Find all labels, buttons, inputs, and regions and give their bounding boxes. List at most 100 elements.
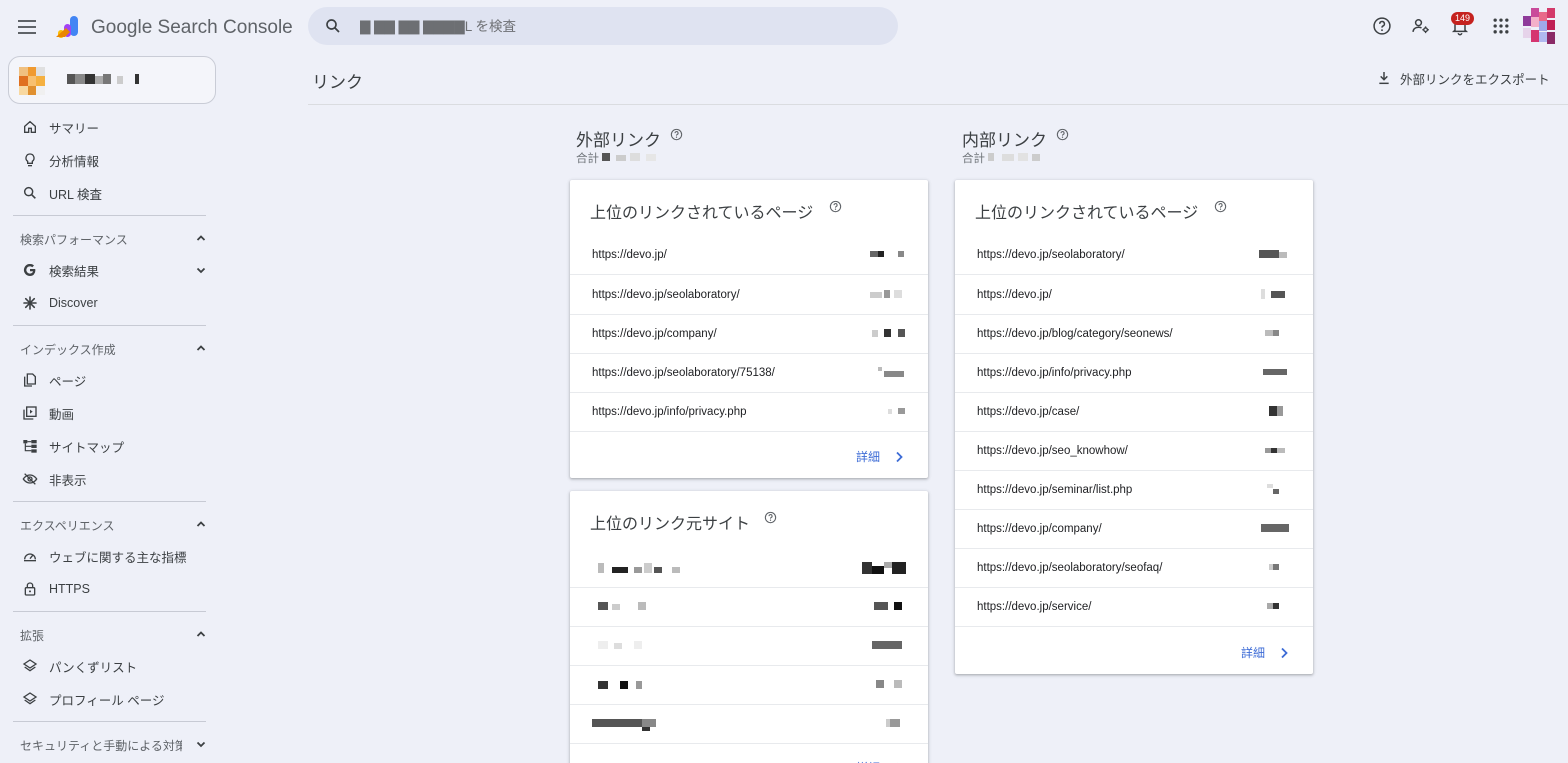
notification-badge: 149 — [1451, 12, 1475, 25]
table-row[interactable] — [570, 549, 928, 588]
manage-users-icon[interactable] — [1411, 16, 1431, 36]
nav-profile-page[interactable]: プロフィール ページ — [0, 684, 214, 714]
page-url: https://devo.jp/company/ — [977, 523, 1102, 535]
search-icon[interactable] — [324, 17, 342, 35]
help-icon[interactable] — [829, 200, 842, 213]
main-menu-icon[interactable] — [18, 16, 40, 38]
link-count-redacted — [1261, 524, 1289, 532]
table-row[interactable]: https://devo.jp/seolaboratory/ — [570, 276, 928, 315]
table-row[interactable]: https://devo.jp/seolaboratory/seofaq/ — [955, 549, 1313, 588]
table-row[interactable] — [570, 705, 928, 744]
nav-insights[interactable]: 分析情報 — [0, 145, 214, 175]
nav-summary[interactable]: サマリー — [0, 112, 214, 142]
chevron-right-icon — [896, 451, 903, 462]
apps-grid-icon[interactable] — [1491, 16, 1511, 36]
chevron-up-icon[interactable] — [196, 343, 206, 353]
external-links-title: 外部リンク — [576, 131, 661, 150]
details-link[interactable]: 詳細 — [856, 448, 904, 465]
card-title: 上位のリンクされているページ — [975, 205, 1199, 222]
section-indexing[interactable]: インデックス作成 — [20, 341, 116, 358]
details-link[interactable]: 詳細 — [1241, 644, 1289, 661]
page-url: https://devo.jp/service/ — [977, 601, 1092, 613]
section-search-performance[interactable]: 検索パフォーマンス — [20, 231, 128, 248]
link-count-redacted — [1259, 250, 1287, 258]
property-name-redacted — [67, 74, 139, 84]
table-row[interactable]: https://devo.jp/seolaboratory/75138/ — [570, 354, 928, 393]
sidebar-divider — [13, 611, 206, 612]
table-row[interactable] — [570, 588, 928, 627]
asterisk-icon — [23, 296, 37, 310]
details-label: 詳細 — [855, 450, 880, 464]
section-security[interactable]: セキュリティと手動による対策 — [20, 737, 182, 754]
link-count-redacted — [1261, 289, 1285, 299]
table-row[interactable] — [570, 666, 928, 705]
property-selector[interactable] — [8, 56, 216, 104]
url-inspection-search[interactable] — [308, 7, 898, 45]
details-label: 詳細 — [856, 759, 880, 763]
main-divider — [308, 104, 1568, 105]
section-enhancements[interactable]: 拡張 — [20, 627, 44, 644]
chevron-up-icon[interactable] — [196, 519, 206, 529]
nav-search-results[interactable]: 検索結果 — [0, 255, 214, 285]
table-row[interactable]: https://devo.jp/company/ — [570, 315, 928, 354]
details-link[interactable]: 詳細 — [856, 759, 904, 763]
help-icon[interactable] — [764, 511, 777, 524]
table-row[interactable]: https://devo.jp/case/ — [955, 393, 1313, 432]
sidebar-divider — [13, 325, 206, 326]
nav-core-web-vitals[interactable]: ウェブに関する主な指標 — [0, 541, 214, 571]
table-row[interactable]: https://devo.jp/ — [955, 276, 1313, 315]
site-redacted — [592, 719, 656, 731]
nav-label: パンくずリスト — [49, 660, 138, 675]
help-icon[interactable] — [1372, 16, 1392, 36]
chevron-up-icon[interactable] — [196, 233, 206, 243]
sitemap-icon — [23, 440, 37, 453]
search-input[interactable] — [360, 7, 880, 45]
table-row[interactable]: https://devo.jp/seo_knowhow/ — [955, 432, 1313, 471]
site-redacted — [598, 563, 680, 573]
nav-sitemaps[interactable]: サイトマップ — [0, 431, 214, 461]
help-icon[interactable] — [670, 128, 683, 141]
nav-url-inspection[interactable]: URL 検査 — [0, 178, 214, 208]
link-count-redacted — [1265, 330, 1279, 336]
table-row[interactable]: https://devo.jp/seminar/list.php — [955, 471, 1313, 510]
export-external-links-button[interactable]: 外部リンクをエクスポート — [1376, 68, 1550, 88]
nav-pages[interactable]: ページ — [0, 365, 214, 395]
internal-total-redacted — [988, 153, 1040, 161]
search-console-logo[interactable] — [56, 14, 84, 40]
section-experience[interactable]: エクスペリエンス — [20, 517, 115, 534]
help-icon[interactable] — [1214, 200, 1227, 213]
nav-breadcrumbs[interactable]: パンくずリスト — [0, 651, 214, 681]
gauge-icon — [24, 553, 36, 562]
nav-video[interactable]: 動画 — [0, 398, 214, 428]
table-row[interactable]: https://devo.jp/blog/category/seonews/ — [955, 315, 1313, 354]
page-url: https://devo.jp/seolaboratory/ — [592, 289, 740, 301]
table-row[interactable]: https://devo.jp/info/privacy.php — [570, 393, 928, 432]
help-icon[interactable] — [1056, 128, 1069, 141]
table-row[interactable]: https://devo.jp/ — [570, 236, 928, 275]
chevron-down-icon[interactable] — [196, 739, 206, 749]
link-count-redacted — [878, 367, 904, 377]
page-url: https://devo.jp/ — [977, 289, 1052, 301]
table-row[interactable]: https://devo.jp/info/privacy.php — [955, 354, 1313, 393]
nav-discover[interactable]: Discover — [0, 288, 214, 318]
chevron-down-icon[interactable] — [196, 265, 206, 275]
sidebar-divider — [13, 501, 206, 502]
page-url: https://devo.jp/seo_knowhow/ — [977, 445, 1128, 457]
nav-label: 動画 — [49, 407, 75, 422]
hidden-icon — [22, 473, 38, 485]
chevron-right-icon — [1281, 647, 1288, 658]
link-count-redacted — [1267, 484, 1279, 494]
account-avatar[interactable] — [1523, 8, 1555, 44]
table-row[interactable] — [570, 627, 928, 666]
table-row[interactable]: https://devo.jp/seolaboratory/ — [955, 236, 1313, 275]
site-redacted — [598, 602, 646, 610]
link-count-redacted — [1267, 603, 1279, 609]
chevron-up-icon[interactable] — [196, 629, 206, 639]
nav-https[interactable]: HTTPS — [0, 574, 214, 604]
nav-removals[interactable]: 非表示 — [0, 464, 214, 494]
home-icon — [24, 120, 36, 133]
google-g-icon — [23, 263, 36, 277]
table-row[interactable]: https://devo.jp/company/ — [955, 510, 1313, 549]
table-row[interactable]: https://devo.jp/service/ — [955, 588, 1313, 627]
export-label: 外部リンクをエクスポート — [1400, 72, 1550, 87]
